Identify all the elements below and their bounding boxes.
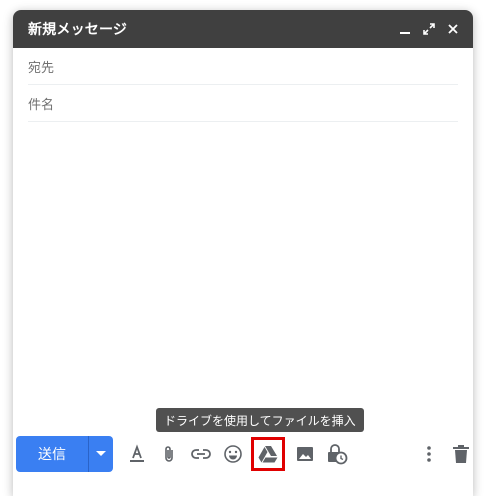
subject-label: 件名: [28, 97, 55, 113]
insert-photo-button[interactable]: [293, 442, 317, 466]
close-icon[interactable]: [445, 21, 461, 37]
google-drive-icon: [258, 446, 278, 463]
compose-header[interactable]: 新規メッセージ: [13, 10, 473, 48]
discard-draft-button[interactable]: [449, 442, 473, 466]
formatting-options-button[interactable]: [125, 442, 149, 466]
message-body[interactable]: [28, 122, 458, 436]
compose-title: 新規メッセージ: [28, 22, 128, 38]
drive-tooltip: ドライブを使用してファイルを挿入: [156, 408, 364, 432]
subject-field[interactable]: 件名: [28, 85, 458, 122]
text-format-icon: [130, 444, 144, 462]
lock-clock-icon: [328, 444, 348, 465]
image-icon: [297, 447, 313, 461]
emoji-icon: [224, 445, 242, 463]
insert-link-button[interactable]: [189, 442, 213, 466]
paperclip-icon: [165, 446, 173, 462]
insert-emoji-button[interactable]: [221, 442, 245, 466]
trash-icon: [453, 445, 469, 463]
confidential-mode-button[interactable]: [325, 442, 349, 466]
attach-file-button[interactable]: [157, 442, 181, 466]
more-vert-icon: [427, 446, 431, 462]
insert-drive-file-button[interactable]: [251, 437, 285, 471]
link-icon: [191, 449, 211, 459]
to-field[interactable]: 宛先: [28, 48, 458, 85]
minimize-icon[interactable]: [397, 21, 413, 37]
send-button-group: 送信: [16, 436, 113, 472]
send-button[interactable]: 送信: [16, 436, 88, 472]
expand-icon[interactable]: [421, 21, 437, 37]
to-label: 宛先: [28, 60, 55, 76]
more-options-button[interactable]: [417, 442, 441, 466]
chevron-down-icon: [96, 451, 106, 456]
window-controls: [397, 21, 461, 37]
compose-toolbar: 送信: [16, 436, 473, 472]
send-options-button[interactable]: [88, 436, 113, 472]
